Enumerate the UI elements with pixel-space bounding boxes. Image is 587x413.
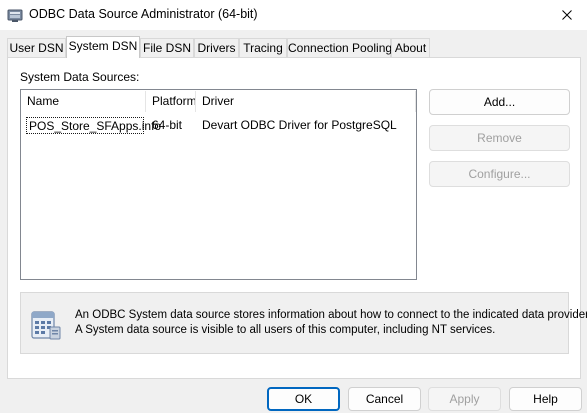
dsn-driver-cell[interactable]: Devart ODBC Driver for PostgreSQL [202,117,397,134]
title-bar[interactable]: ODBC Data Source Administrator (64-bit) [0,0,587,30]
dsn-name-cell[interactable]: POS_Store_SFApps.info [26,117,161,134]
configure-button[interactable]: Configure... [429,161,570,187]
close-icon [562,10,572,20]
info-line: An ODBC System data source stores inform… [75,309,587,321]
info-line: A System data source is visible to all u… [75,324,496,336]
tab-user-dsn[interactable]: User DSN [7,38,66,57]
tab-connection-pooling[interactable]: Connection Pooling [287,38,392,57]
data-source-info-icon [31,311,61,340]
system-data-sources-label: System Data Sources: [20,70,140,84]
column-header-platform[interactable]: Platform [146,90,197,113]
odbc-admin-window: ODBC Data Source Administrator (64-bit) … [0,0,587,413]
info-description: An ODBC System data source stores inform… [75,308,587,338]
remove-button[interactable]: Remove [429,125,570,151]
window-title: ODBC Data Source Administrator (64-bit) [29,7,258,21]
system-dsn-panel: System Data Sources: Name Platform Drive… [7,57,587,379]
tab-about[interactable]: About [391,38,430,57]
add-button[interactable]: Add... [429,89,570,115]
info-box: An ODBC System data source stores inform… [20,292,587,354]
tab-drivers[interactable]: Drivers [194,38,239,57]
tab-tracing[interactable]: Tracing [239,38,287,57]
ok-button[interactable]: OK [267,387,340,411]
cancel-button[interactable]: Cancel [348,387,421,411]
column-header-driver[interactable]: Driver [196,90,406,113]
dsn-platform-cell[interactable]: 64-bit [152,117,182,134]
tab-system-dsn[interactable]: System DSN [66,36,140,58]
column-header-name[interactable]: Name [21,90,145,113]
close-window-button[interactable] [547,0,587,30]
help-button[interactable]: Help [509,387,582,411]
data-sources-list[interactable]: Name Platform Driver POS_Store_SFApps.in… [20,89,417,280]
apply-button[interactable]: Apply [428,387,501,411]
odbc-admin-icon [7,9,23,22]
tab-file-dsn[interactable]: File DSN [140,38,194,57]
column-divider[interactable] [415,91,416,112]
